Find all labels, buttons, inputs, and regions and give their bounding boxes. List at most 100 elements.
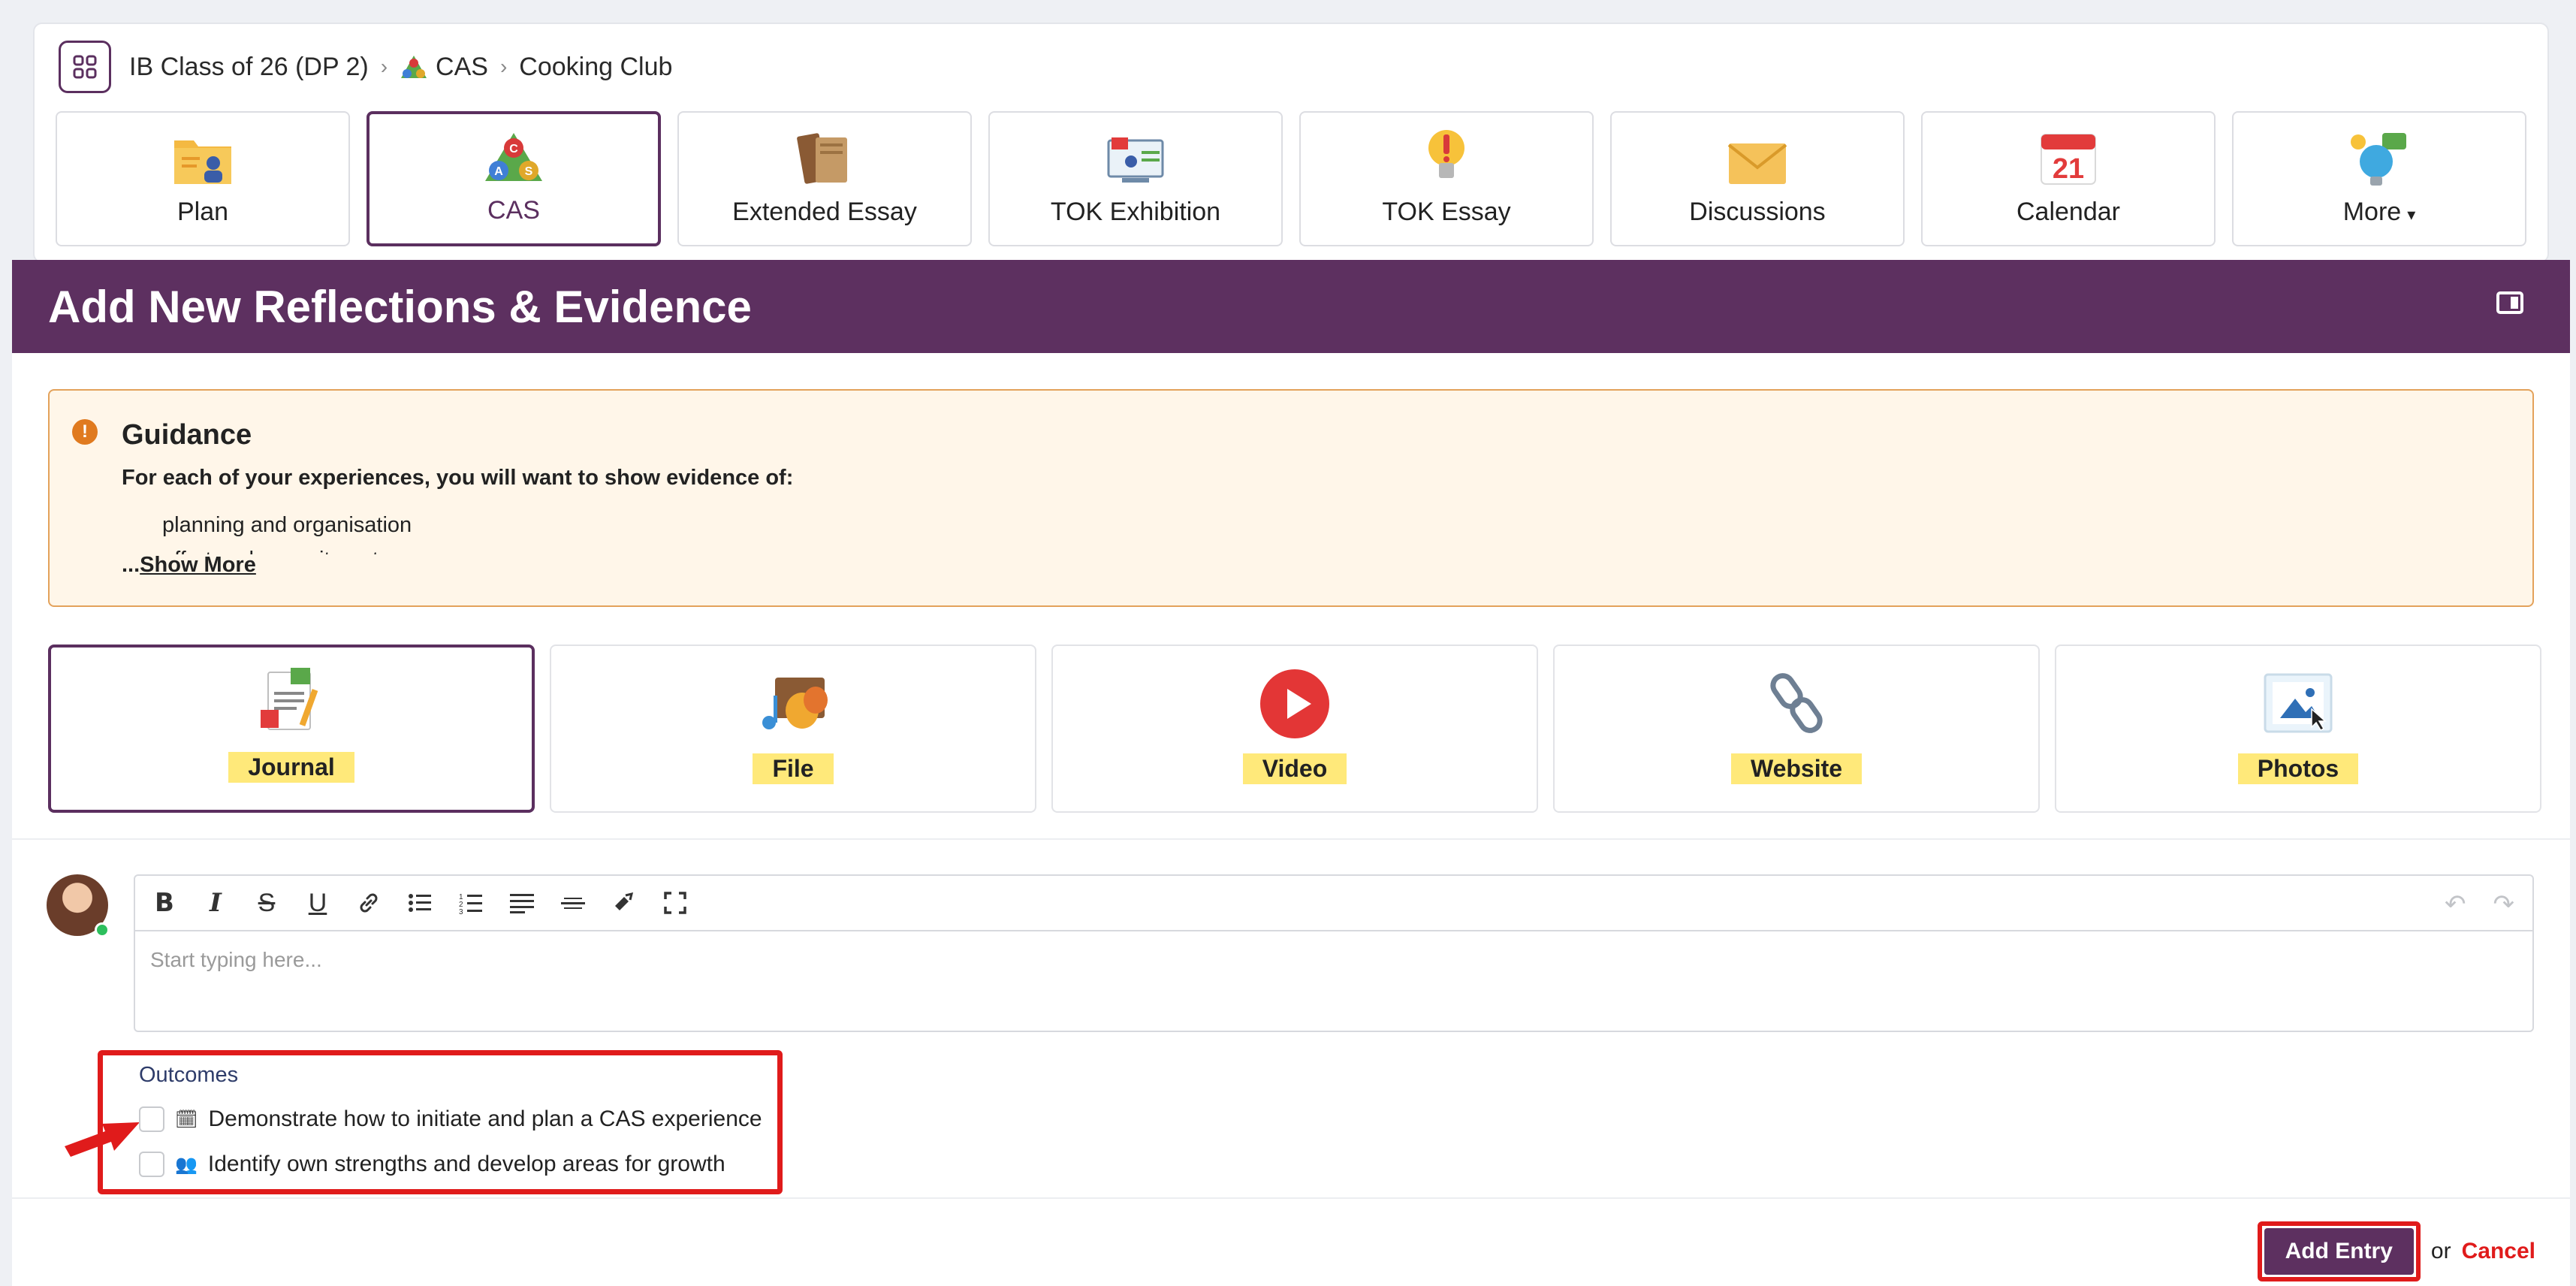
clear-format-icon[interactable]	[608, 887, 640, 919]
envelope-icon	[1726, 125, 1789, 187]
tile-label: TOK Essay	[1382, 198, 1511, 226]
form-actions: Add Entry or Cancel	[2257, 1221, 2535, 1281]
tile-tok-essay[interactable]: TOK Essay	[1299, 111, 1594, 246]
breadcrumb: IB Class of 26 (DP 2) › CAS › Cooking Cl…	[59, 41, 672, 93]
align-justify-icon[interactable]	[506, 887, 538, 919]
photos-icon	[2262, 665, 2334, 743]
tile-plan[interactable]: Plan	[56, 111, 350, 246]
toggle-panel-icon[interactable]	[2496, 291, 2523, 314]
outcome-checkbox[interactable]	[139, 1152, 164, 1177]
guidance-list: planning and organisation effort and com…	[162, 508, 412, 554]
svg-text:S: S	[525, 165, 533, 178]
entry-type-file[interactable]: File	[550, 645, 1036, 813]
redo-icon[interactable]: ↷	[2493, 889, 2515, 919]
chevron-right-icon: ›	[380, 55, 388, 78]
link-icon	[1766, 665, 1826, 743]
tile-tok-exhibition[interactable]: TOK Exhibition	[988, 111, 1283, 246]
rich-text-editor: B I S U 123 ↶ ↷ Start typing here...	[134, 874, 2534, 1032]
svg-text:3: 3	[459, 908, 463, 914]
entry-type-selector: Journal File Video Website Photos	[48, 645, 2541, 813]
outcome-row: 🗓 Demonstrate how to initiate and plan a…	[139, 1106, 762, 1132]
caret-down-icon: ▾	[2407, 205, 2416, 224]
outcome-row: 👥 Identify own strengths and develop are…	[139, 1152, 725, 1177]
editor-placeholder: Start typing here...	[150, 948, 322, 971]
underline-icon[interactable]: U	[302, 887, 333, 919]
lightbulb-icon	[1424, 125, 1469, 187]
undo-icon[interactable]: ↶	[2445, 889, 2466, 919]
entry-type-label: Journal	[228, 752, 354, 783]
cancel-link[interactable]: Cancel	[2462, 1239, 2535, 1264]
tile-label: CAS	[487, 196, 540, 225]
guidance-item: planning and organisation	[162, 508, 412, 542]
tile-discussions[interactable]: Discussions	[1610, 111, 1905, 246]
link-icon[interactable]	[353, 887, 385, 919]
entry-type-photos[interactable]: Photos	[2055, 645, 2541, 813]
ideas-icon	[2348, 125, 2411, 187]
outcome-growth-icon: 👥	[175, 1154, 198, 1175]
editor-content-area[interactable]: Start typing here...	[135, 931, 2532, 989]
outcome-label: Demonstrate how to initiate and plan a C…	[208, 1106, 762, 1131]
ellipsis-text: ...	[122, 553, 140, 577]
breadcrumb-cas-link[interactable]: CAS	[400, 53, 488, 82]
entry-type-label: Photos	[2237, 753, 2359, 784]
entry-type-journal[interactable]: Journal	[48, 645, 535, 813]
numbered-list-icon[interactable]: 123	[455, 887, 487, 919]
cas-icon: C A S	[482, 124, 545, 186]
module-tiles: Plan C A S CAS Extended Essay TOK Exhibi…	[56, 111, 2526, 246]
guidance-more: ...Show More	[122, 553, 256, 578]
file-icon	[757, 665, 829, 743]
editor-toolbar: B I S U 123 ↶ ↷	[135, 876, 2532, 931]
calendar-icon: 21	[2038, 125, 2098, 187]
guidance-title: Guidance	[122, 419, 252, 451]
tile-calendar[interactable]: 21 Calendar	[1921, 111, 2216, 246]
tile-more-label: More ▾	[2343, 198, 2416, 227]
svg-text:A: A	[494, 165, 503, 178]
tile-label: TOK Exhibition	[1050, 198, 1221, 226]
outcome-plan-icon: 🗓	[175, 1109, 198, 1130]
history-controls: ↶ ↷	[2445, 889, 2514, 919]
page-header: Add New Reflections & Evidence	[12, 260, 2570, 353]
tile-cas[interactable]: C A S CAS	[366, 111, 661, 246]
entry-type-website[interactable]: Website	[1553, 645, 2040, 813]
tile-label: Extended Essay	[732, 198, 917, 226]
tile-label: Discussions	[1689, 198, 1826, 226]
outcome-checkbox[interactable]	[139, 1106, 164, 1132]
apps-grid-button[interactable]	[59, 41, 111, 93]
outcomes-title: Outcomes	[139, 1063, 239, 1087]
video-icon	[1259, 665, 1331, 743]
italic-icon[interactable]: I	[200, 887, 231, 919]
fullscreen-icon[interactable]	[659, 887, 691, 919]
horizontal-rule-icon[interactable]	[557, 887, 589, 919]
calendar-day-number: 21	[2053, 153, 2084, 185]
bold-icon[interactable]: B	[149, 887, 180, 919]
alert-icon: !	[72, 419, 98, 445]
books-icon	[793, 125, 856, 187]
tile-label: More	[2342, 198, 2402, 226]
cas-triangle-icon	[401, 56, 427, 78]
entry-type-label: File	[753, 753, 834, 784]
show-more-link[interactable]: Show More	[140, 553, 256, 577]
bulleted-list-icon[interactable]	[404, 887, 436, 919]
entry-type-label: Website	[1730, 753, 1863, 784]
main-panel: ! Guidance For each of your experiences,…	[12, 353, 2570, 1286]
strikethrough-icon[interactable]: S	[251, 887, 282, 919]
tile-label: Calendar	[2016, 198, 2120, 226]
online-status-indicator	[95, 922, 110, 937]
grid-icon	[73, 55, 97, 79]
journal-icon	[258, 663, 325, 741]
tile-more[interactable]: More ▾	[2232, 111, 2526, 246]
or-text: or	[2430, 1239, 2451, 1263]
chevron-right-icon: ›	[499, 55, 508, 78]
add-entry-highlight: Add Entry	[2257, 1221, 2421, 1281]
divider	[12, 838, 2570, 840]
tile-extended-essay[interactable]: Extended Essay	[677, 111, 972, 246]
outcomes-section: Outcomes 🗓 Demonstrate how to initiate a…	[98, 1050, 783, 1194]
entry-type-video[interactable]: Video	[1051, 645, 1538, 813]
add-entry-button[interactable]: Add Entry	[2264, 1228, 2414, 1275]
breadcrumb-current: Cooking Club	[519, 52, 673, 81]
breadcrumb-class-link[interactable]: IB Class of 26 (DP 2)	[129, 53, 369, 82]
entry-type-label: Video	[1242, 753, 1347, 784]
page-title: Add New Reflections & Evidence	[48, 281, 752, 332]
outcome-label: Identify own strengths and develop areas…	[207, 1152, 725, 1176]
tile-label: Plan	[176, 198, 229, 226]
